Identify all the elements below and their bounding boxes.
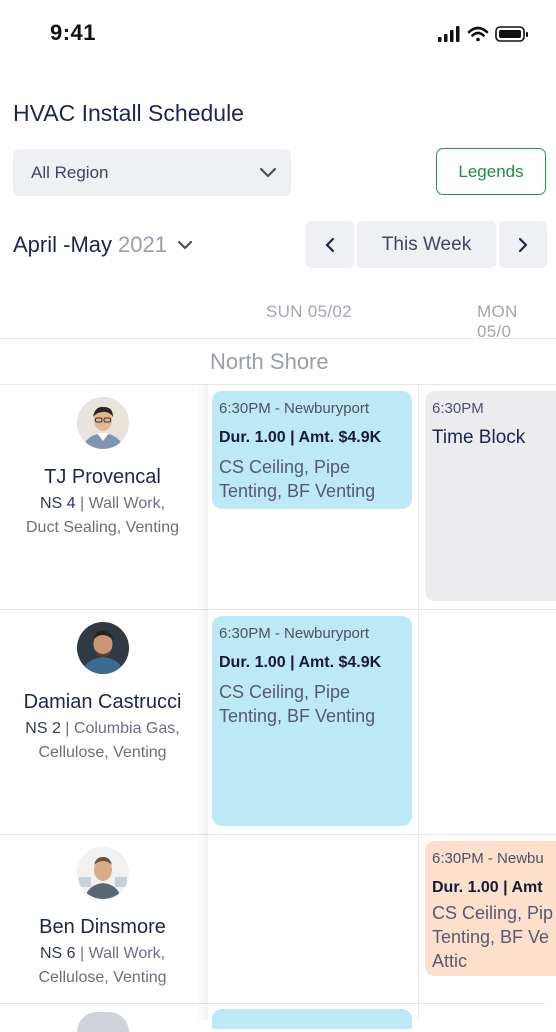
person-skills: | Wall Work,: [75, 495, 166, 512]
schedule-event[interactable]: 6:30PM - Newbu Dur. 1.00 | Amt CS Ceilin…: [425, 841, 556, 976]
person-skills: Cellulose, Venting: [38, 744, 167, 761]
avatar[interactable]: [77, 1012, 129, 1032]
signal-icon: [438, 26, 460, 42]
person-skills: | Columbia Gas,: [60, 720, 180, 737]
event-services: CS Ceiling, Pipe Tenting, BF Venting: [219, 682, 376, 726]
region-select-value: All Region: [31, 163, 109, 182]
chevron-left-icon: [325, 237, 335, 252]
event-time: 6:30PM - Newburyport: [219, 400, 370, 417]
person-skills: | Wall Work,: [75, 945, 166, 962]
event-duration: Dur. 1.00 | Amt: [432, 879, 543, 896]
person-description: NS 6 | Wall Work, Cellulose, Venting: [0, 942, 205, 990]
grid-divider: [0, 609, 556, 610]
time-block-event[interactable]: 6:30PM Time Block: [425, 391, 556, 601]
date-range-year: 2021: [118, 232, 167, 257]
region-select[interactable]: All Region: [13, 149, 291, 196]
event-duration: Dur. 1.00 | Amt. $4.9K: [219, 654, 382, 671]
region-section-header: North Shore: [0, 338, 556, 384]
page-title: HVAC Install Schedule: [13, 100, 244, 126]
grid-divider: [0, 1003, 545, 1004]
event-services: CS Ceiling, Pip Tenting, BF Ve Attic: [432, 903, 554, 971]
event-label: Time Block: [432, 427, 526, 448]
legends-button[interactable]: Legends: [436, 148, 546, 195]
event-time: 6:30PM - Newburyport: [219, 625, 370, 642]
avatar[interactable]: [77, 622, 129, 674]
schedule-event[interactable]: 6:30PM - Newburyport Dur. 1.00 | Amt. $4…: [212, 616, 412, 826]
schedule-event[interactable]: 6:30PM - Newburyport Dur. 1.00 | Amt. $4…: [212, 391, 412, 509]
avatar[interactable]: [77, 847, 129, 899]
event-time: 6:30PM: [432, 400, 484, 417]
this-week-button[interactable]: This Week: [357, 221, 496, 268]
person-code: NS 4: [39, 495, 76, 512]
previous-week-button[interactable]: [306, 221, 354, 268]
person-description: NS 2 | Columbia Gas, Cellulose, Venting: [0, 717, 205, 765]
event-time: 6:30PM - Newbu: [432, 850, 544, 867]
day-header-mon: MON 05/0: [477, 302, 518, 341]
grid-divider: [0, 384, 556, 385]
grid-divider: [0, 834, 556, 835]
person-name: Damian Castrucci: [23, 691, 182, 713]
person-skills: Cellulose, Venting: [38, 969, 167, 986]
person-name: TJ Provencal: [44, 466, 161, 488]
event-services: CS Ceiling, Pipe Tenting, BF Venting: [219, 457, 376, 501]
column-divider: [418, 385, 419, 1020]
person-code: NS 6: [39, 945, 76, 962]
date-range-label: April -May: [13, 232, 113, 257]
person-description: NS 4 | Wall Work, Duct Sealing, Venting: [0, 492, 205, 540]
battery-icon: [495, 26, 528, 42]
chevron-down-icon: [177, 240, 193, 250]
day-header-sun: SUN 05/02: [266, 302, 352, 321]
person-skills: Duct Sealing, Venting: [26, 519, 179, 536]
person-name: Ben Dinsmore: [39, 916, 166, 938]
date-range-selector[interactable]: April -May 2021: [13, 232, 193, 258]
wifi-icon: [467, 26, 489, 42]
event-duration: Dur. 1.00 | Amt. $4.9K: [219, 429, 382, 446]
section-title: North Shore: [210, 349, 329, 374]
person-code: NS 2: [25, 720, 61, 737]
status-icons: [438, 26, 528, 42]
person-avatar-icon: [77, 847, 129, 899]
chevron-right-icon: [518, 237, 528, 252]
avatar[interactable]: [77, 397, 129, 449]
status-time: 9:41: [50, 20, 97, 45]
next-week-button[interactable]: [499, 221, 547, 268]
schedule-event-partial[interactable]: [212, 1009, 412, 1029]
chevron-down-icon: [259, 167, 277, 178]
person-avatar-icon: [77, 622, 129, 674]
person-avatar-icon: [77, 397, 129, 449]
